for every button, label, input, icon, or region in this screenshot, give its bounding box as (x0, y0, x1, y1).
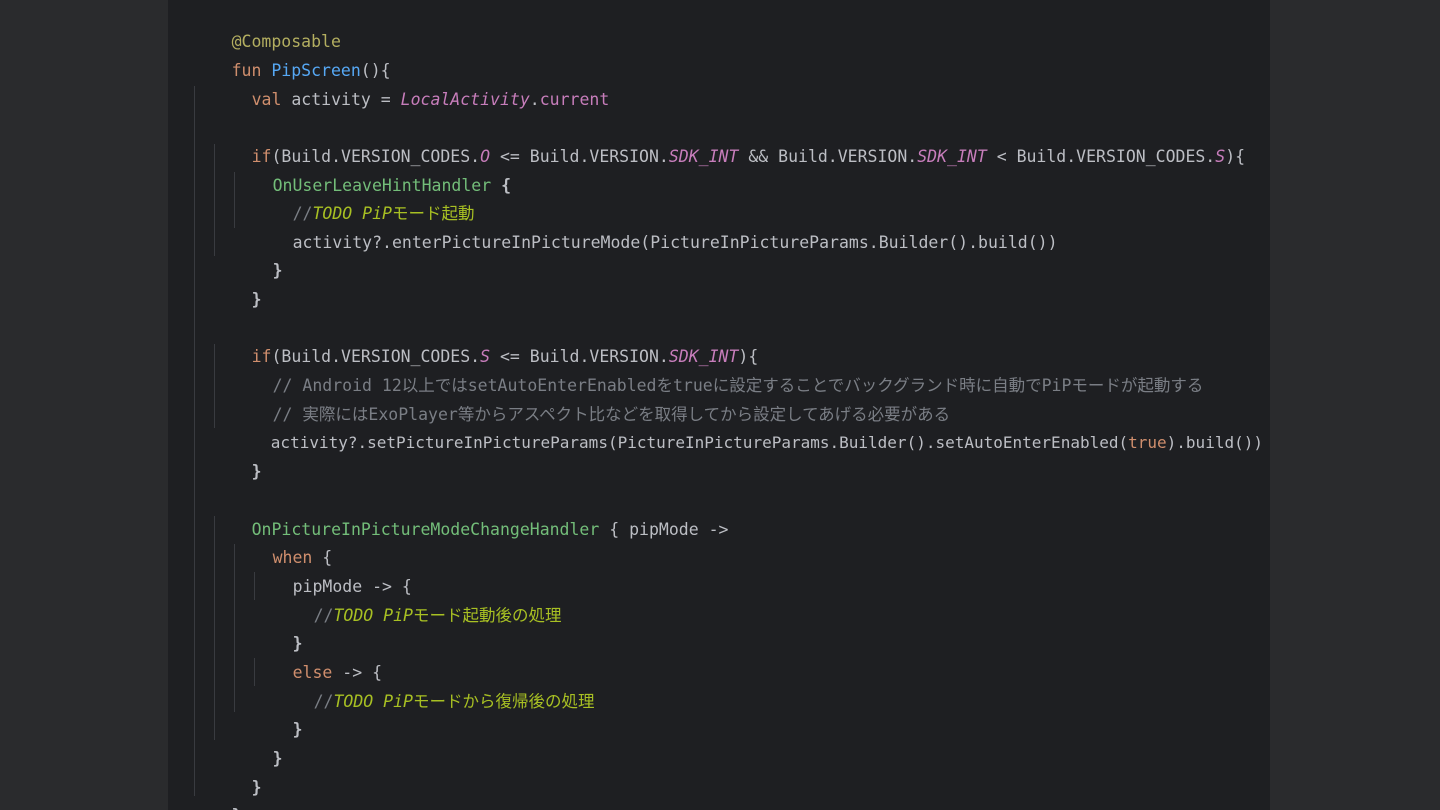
closing-brace: } (251, 462, 262, 481)
code-line-20: pipMode -> { (233, 545, 412, 596)
todo-marker: TODO PiP (333, 692, 413, 711)
code-area: @Composable fun PipScreen(){ val activit… (172, 0, 1270, 810)
keyword-val: val (251, 90, 292, 109)
code-line-10: } (192, 258, 262, 309)
todo-marker: TODO PiP (333, 606, 413, 625)
code-line-25: } (233, 688, 303, 739)
constant: SDK_INT (668, 147, 739, 166)
code-line-19: when { (213, 516, 333, 567)
closing-brace: } (292, 720, 303, 739)
code-text: activity?.enterPictureInPictureMode(Pict… (292, 233, 1058, 252)
property-current: current (539, 90, 610, 109)
closing-brace: } (272, 749, 283, 768)
todo-text: モード起動後の処理 (412, 606, 562, 625)
code-line-12: if(Build.VERSION_CODES.S <= Build.VERSIO… (192, 315, 759, 366)
constant: SDK_INT (917, 147, 987, 166)
code-text: . (529, 90, 540, 109)
code-line-28: } (172, 774, 242, 810)
code-line-26: } (213, 717, 283, 768)
boolean-true: true (1128, 433, 1167, 452)
code-text: { pipMode -> (599, 520, 729, 539)
code-line-22: } (233, 602, 303, 653)
code-line-7: //TODO PiPモード起動 (233, 172, 475, 223)
closing-brace: } (272, 261, 283, 280)
code-line-24: //TODO PiPモードから復帰後の処理 (254, 660, 595, 711)
closing-brace: } (251, 290, 262, 309)
code-text: { (491, 176, 512, 195)
code-line-6: OnUserLeaveHintHandler { (213, 144, 511, 195)
code-text: <= Build.VERSION. (490, 147, 669, 166)
code-text: activity = (291, 90, 401, 109)
code-line-14: // 実際にはExoPlayer等からアスペクト比などを取得してから設定してあげ… (213, 373, 951, 424)
todo-text: モードから復帰後の処理 (412, 692, 595, 711)
code-line-21: //TODO PiPモード起動後の処理 (254, 574, 562, 625)
comment-slashes: // (313, 606, 334, 625)
code-text: activity?.setPictureInPictureParams(Pict… (270, 433, 1129, 452)
composition-local: LocalActivity (400, 90, 530, 109)
code-line-8: activity?.enterPictureInPictureMode(Pict… (233, 201, 1058, 252)
code-line-18: OnPictureInPictureModeChangeHandler { pi… (192, 488, 729, 539)
code-line-2: fun PipScreen(){ (172, 29, 391, 80)
code-text: ).build()) (1166, 433, 1263, 452)
screen: @Composable fun PipScreen(){ val activit… (0, 0, 1440, 810)
code-text: ){ (1225, 147, 1246, 166)
code-line-27: } (192, 746, 262, 797)
constant: S (1215, 147, 1226, 166)
code-line-1: @Composable (172, 0, 341, 51)
code-text: && Build.VERSION. (738, 147, 918, 166)
closing-brace: } (251, 778, 262, 797)
code-line-15: activity?.setPictureInPictureParams(Pict… (213, 401, 1263, 452)
code-text: < Build.VERSION_CODES. (986, 147, 1216, 166)
code-line-9: } (213, 229, 283, 280)
closing-brace: } (232, 806, 242, 810)
code-line-23: else -> { (233, 631, 382, 682)
code-line-13: // Android 12以上ではsetAutoEnterEnabledをtru… (213, 344, 1204, 395)
code-line-5: if(Build.VERSION_CODES.O <= Build.VERSIO… (192, 115, 1245, 166)
code-line-3: val activity = LocalActivity.current (192, 58, 610, 109)
comment-slashes: // (313, 692, 334, 711)
code-line-16: } (192, 430, 262, 481)
